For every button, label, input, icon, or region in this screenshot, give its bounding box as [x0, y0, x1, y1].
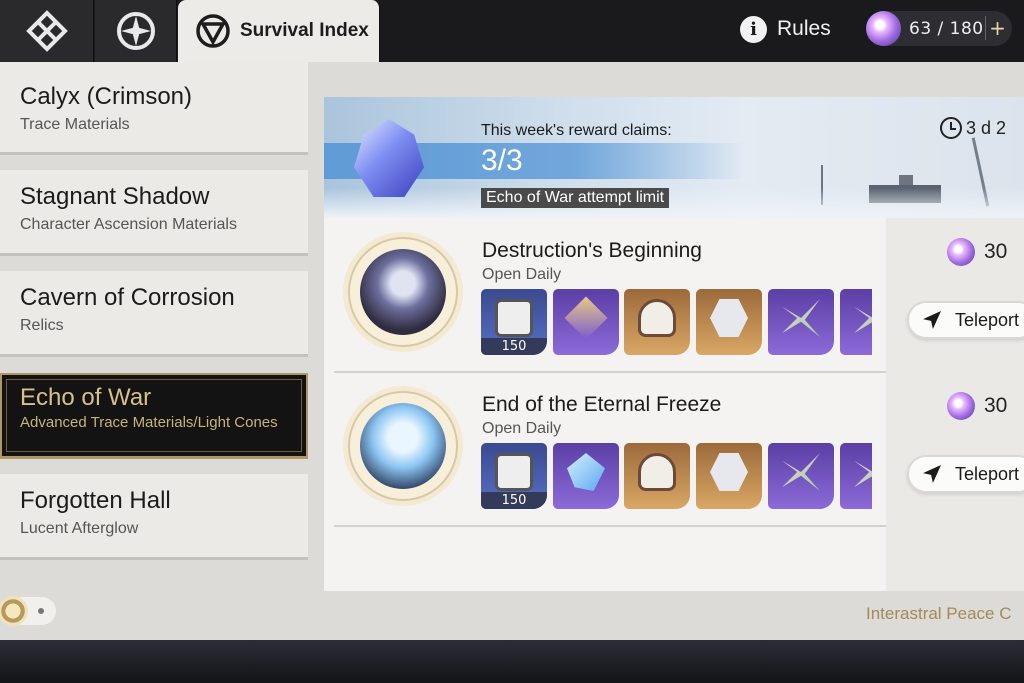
relic-icon	[638, 299, 676, 337]
claims-value: 3/3	[481, 144, 523, 177]
footer-text: Interastral Peace C	[866, 604, 1012, 623]
reward-item[interactable]	[840, 289, 872, 355]
boss-image	[360, 403, 446, 489]
light-cone-material-icon	[854, 299, 872, 337]
light-cone-material-icon	[782, 453, 820, 491]
exp-material-icon	[495, 453, 533, 491]
faction-seal-icon	[0, 596, 28, 626]
category-stagnant-shadow[interactable]: Stagnant Shadow Character Ascension Mate…	[0, 170, 308, 256]
claims-label: This week's reward claims:	[481, 122, 672, 139]
reward-item[interactable]	[768, 443, 834, 509]
tab-operation-briefing[interactable]	[95, 0, 177, 62]
survival-index-icon	[196, 14, 230, 48]
trace-material-icon	[567, 453, 605, 491]
reward-item[interactable]	[553, 443, 619, 509]
category-title: Echo of War	[20, 384, 152, 411]
reward-item[interactable]	[768, 289, 834, 355]
divider	[334, 525, 886, 527]
reset-timer: 3 d 2	[940, 117, 1006, 139]
category-forgotten-hall[interactable]: Forgotten Hall Lucent Afterglow	[0, 474, 308, 560]
relic-icon	[638, 453, 676, 491]
teleport-button[interactable]: Teleport	[907, 301, 1024, 339]
bottom-strip	[0, 640, 1024, 683]
reward-item[interactable]: 150	[481, 289, 547, 355]
toggle-dot-icon	[38, 608, 44, 614]
reward-item[interactable]	[624, 289, 690, 355]
reward-item[interactable]	[696, 443, 762, 509]
info-icon: i	[740, 15, 767, 43]
reward-item[interactable]: 150	[481, 443, 547, 509]
top-bar: Survival Index i Rules 63 / 180 +	[0, 0, 1024, 62]
tab-guide-menu[interactable]	[0, 0, 94, 62]
teleport-icon	[923, 311, 941, 329]
reset-timer-value: 3 d 2	[966, 117, 1007, 138]
category-title: Calyx (Crimson)	[20, 83, 193, 110]
boss-portrait	[348, 237, 458, 347]
faction-toggle[interactable]	[0, 596, 56, 626]
category-title: Forgotten Hall	[20, 487, 171, 514]
reward-items: 150	[481, 443, 872, 509]
rules-label: Rules	[777, 17, 831, 40]
tab-survival-index-label: Survival Index	[240, 20, 369, 41]
teleport-icon	[923, 465, 941, 483]
boss-name: End of the Eternal Freeze	[482, 393, 722, 416]
trailblaze-power-icon	[866, 11, 901, 46]
teleport-label: Teleport	[955, 463, 1020, 484]
tab-survival-index[interactable]: Survival Index	[178, 0, 380, 62]
rules-button[interactable]: i Rules	[740, 14, 831, 44]
category-echo-of-war[interactable]: Echo of War Advanced Trace Materials/Lig…	[0, 373, 308, 459]
trailblaze-power-value: 63 / 180	[909, 18, 984, 39]
reward-item[interactable]	[840, 443, 872, 509]
trailblaze-power-counter: 63 / 180 +	[866, 11, 1012, 46]
boss-entry-destructions-beginning: Destruction's Beginning Open Daily 150	[334, 219, 886, 373]
light-cone-material-icon	[854, 453, 872, 491]
category-subtitle: Trace Materials	[20, 116, 130, 133]
reward-item[interactable]	[696, 289, 762, 355]
item-quantity: 150	[481, 492, 547, 509]
boss-image	[360, 249, 446, 335]
boss-name: Destruction's Beginning	[482, 239, 702, 262]
trailblaze-power-icon	[947, 392, 975, 420]
clock-icon	[940, 117, 962, 139]
exp-material-icon	[495, 299, 533, 337]
category-cavern-of-corrosion[interactable]: Cavern of Corrosion Relics	[0, 271, 308, 357]
snow-decoration	[324, 188, 1024, 218]
power-cost-value: 30	[984, 240, 1008, 263]
category-title: Cavern of Corrosion	[20, 284, 235, 311]
reward-claims-banner: This week's reward claims: 3/3 Echo of W…	[324, 97, 1024, 218]
attempt-limit-label: Echo of War attempt limit	[481, 188, 670, 208]
echo-of-war-panel: This week's reward claims: 3/3 Echo of W…	[324, 97, 1024, 591]
reward-item[interactable]	[553, 289, 619, 355]
power-cost: 30	[947, 238, 1007, 266]
category-subtitle: Advanced Trace Materials/Light Cones	[20, 414, 278, 431]
relic-icon	[710, 299, 748, 337]
boss-portrait	[348, 391, 458, 501]
category-subtitle: Lucent Afterglow	[20, 520, 139, 537]
add-power-button[interactable]: +	[985, 16, 1009, 40]
category-subtitle: Character Ascension Materials	[20, 216, 237, 233]
reward-item[interactable]	[624, 443, 690, 509]
category-subtitle: Relics	[20, 317, 64, 334]
item-quantity: 150	[481, 338, 547, 355]
power-cost: 30	[947, 392, 1007, 420]
grid-menu-icon	[25, 10, 68, 52]
category-calyx-crimson[interactable]: Calyx (Crimson) Trace Materials	[0, 62, 308, 155]
trace-material-icon	[564, 296, 608, 340]
crystal-icon	[354, 119, 424, 197]
relic-icon	[710, 453, 748, 491]
teleport-button[interactable]: Teleport	[907, 455, 1024, 493]
light-cone-material-icon	[782, 299, 820, 337]
power-cost-value: 30	[984, 394, 1008, 417]
boss-availability: Open Daily	[482, 266, 562, 283]
reward-items: 150	[481, 289, 872, 355]
compass-icon	[116, 12, 155, 50]
teleport-label: Teleport	[955, 309, 1020, 330]
boss-entry-end-of-the-eternal-freeze: End of the Eternal Freeze Open Daily 150	[334, 373, 886, 527]
boss-availability: Open Daily	[482, 420, 562, 437]
category-title: Stagnant Shadow	[20, 183, 210, 210]
trailblaze-power-icon	[947, 238, 975, 266]
